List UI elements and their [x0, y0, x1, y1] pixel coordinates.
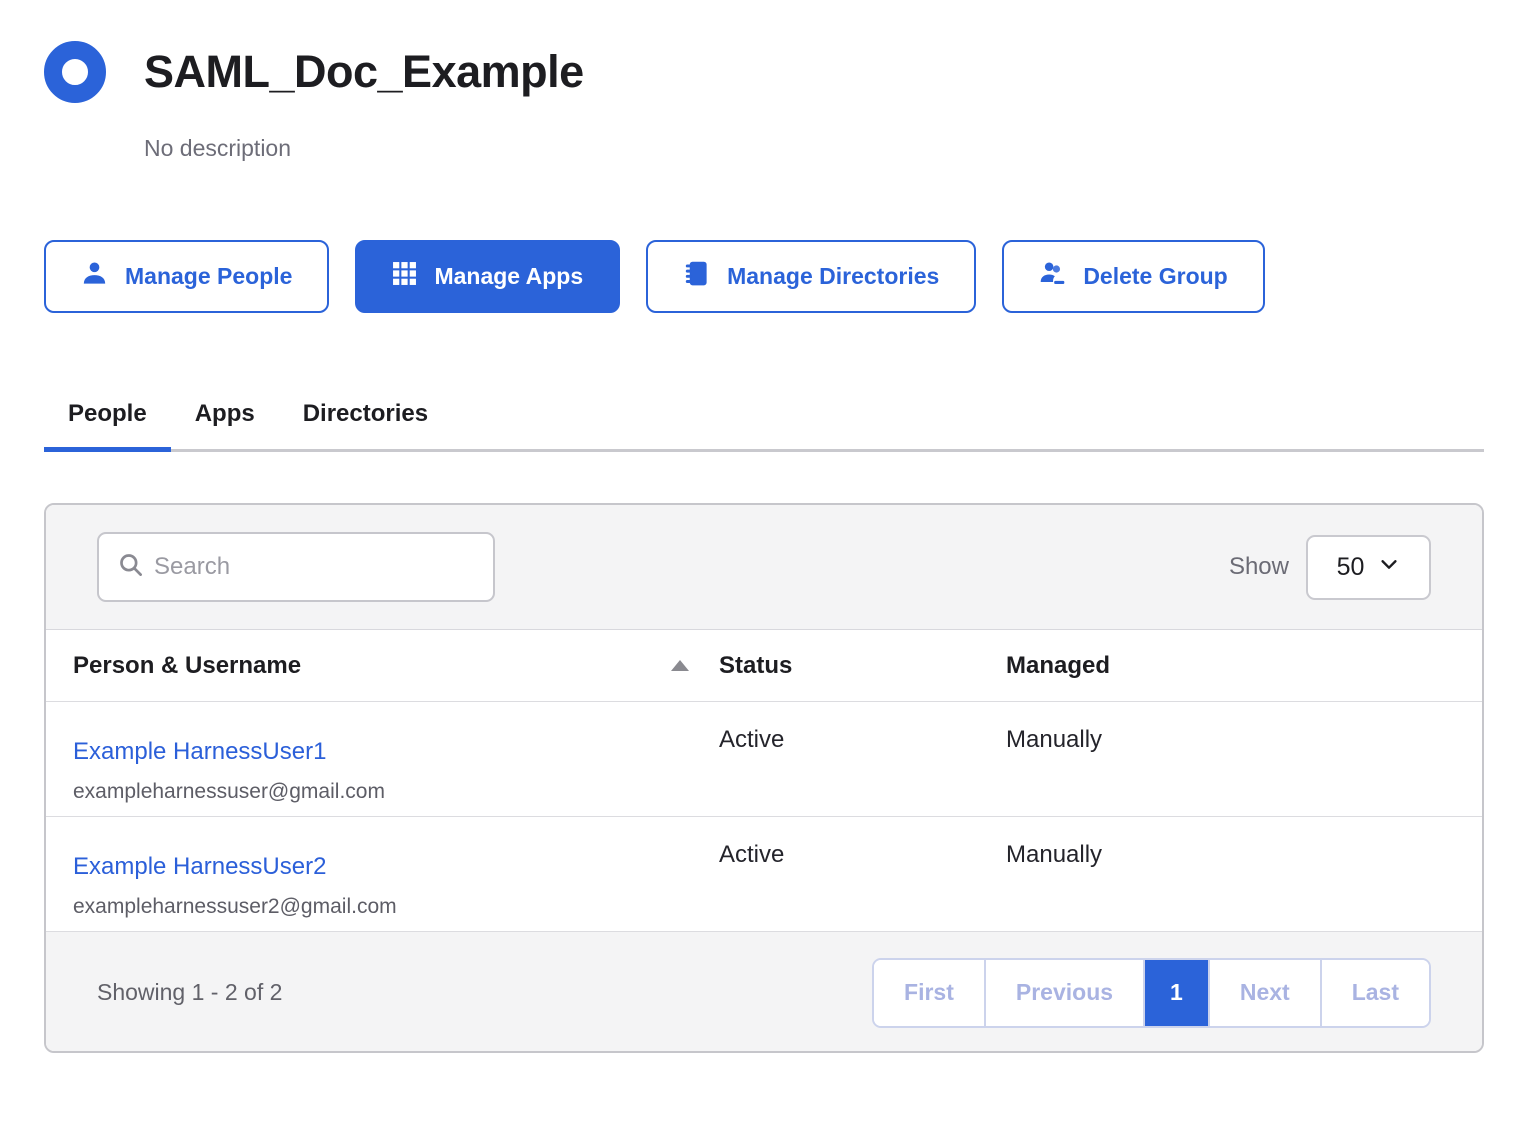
column-header-person-label: Person & Username — [73, 652, 301, 680]
person-cell: Example HarnessUser2 exampleharnessuser2… — [73, 817, 719, 931]
person-name-link[interactable]: Example HarnessUser1 — [73, 738, 385, 766]
column-header-status[interactable]: Status — [719, 652, 1006, 680]
table-header-row: Person & Username Status Managed — [46, 630, 1482, 702]
status-value: Active — [719, 702, 1006, 816]
person-cell: Example HarnessUser1 exampleharnessuser@… — [73, 702, 719, 816]
group-ring-icon — [44, 41, 106, 103]
search-input[interactable] — [154, 553, 475, 581]
group-header: SAML_Doc_Example No description — [44, 41, 1520, 161]
managed-value: Manually — [1006, 702, 1482, 816]
page-size-value: 50 — [1337, 553, 1365, 582]
tab-apps[interactable]: Apps — [171, 380, 279, 449]
delete-group-label: Delete Group — [1083, 263, 1227, 290]
directory-book-icon — [683, 260, 710, 293]
chevron-down-icon — [1378, 553, 1400, 582]
page-size-select[interactable]: 50 — [1306, 535, 1431, 600]
delete-group-button[interactable]: Delete Group — [1002, 240, 1264, 313]
action-button-row: Manage People Manage Apps Manage Directo… — [44, 240, 1520, 313]
group-description: No description — [144, 135, 584, 161]
showing-count-text: Showing 1 - 2 of 2 — [97, 979, 282, 1006]
person-username: exampleharnessuser@gmail.com — [73, 780, 385, 804]
sort-ascending-icon — [671, 660, 689, 671]
managed-value: Manually — [1006, 817, 1482, 931]
column-header-person[interactable]: Person & Username — [73, 652, 719, 680]
manage-people-button[interactable]: Manage People — [44, 240, 329, 313]
table-row: Example HarnessUser1 exampleharnessuser@… — [46, 702, 1482, 817]
search-box[interactable] — [97, 532, 495, 602]
pagination-previous-button[interactable]: Previous — [984, 960, 1143, 1026]
status-value: Active — [719, 817, 1006, 931]
person-username: exampleharnessuser2@gmail.com — [73, 895, 397, 919]
manage-apps-button[interactable]: Manage Apps — [355, 240, 620, 313]
manage-directories-button[interactable]: Manage Directories — [646, 240, 976, 313]
pagination: First Previous 1 Next Last — [872, 958, 1431, 1028]
tab-people[interactable]: People — [44, 380, 171, 449]
pagination-next-button[interactable]: Next — [1208, 960, 1320, 1026]
people-table-panel: Show 50 Person & Username Status Managed… — [44, 503, 1484, 1053]
group-detail-page: SAML_Doc_Example No description Manage P… — [0, 0, 1520, 1121]
manage-directories-label: Manage Directories — [727, 263, 939, 290]
table-footer: Showing 1 - 2 of 2 First Previous 1 Next… — [46, 932, 1482, 1053]
column-header-managed[interactable]: Managed — [1006, 652, 1482, 680]
title-block: SAML_Doc_Example No description — [144, 41, 584, 161]
tab-bar: People Apps Directories — [44, 380, 1484, 452]
pagination-last-button[interactable]: Last — [1320, 960, 1429, 1026]
show-label: Show — [1229, 553, 1289, 581]
search-icon — [117, 551, 144, 583]
person-icon — [81, 260, 108, 293]
tab-directories[interactable]: Directories — [279, 380, 452, 449]
pagination-page-1-button[interactable]: 1 — [1143, 960, 1208, 1026]
pagination-first-button[interactable]: First — [874, 960, 984, 1026]
grid-icon — [392, 261, 417, 292]
manage-people-label: Manage People — [125, 263, 292, 290]
person-name-link[interactable]: Example HarnessUser2 — [73, 853, 397, 881]
table-row: Example HarnessUser2 exampleharnessuser2… — [46, 817, 1482, 932]
remove-person-icon — [1039, 260, 1066, 293]
table-toolbar: Show 50 — [46, 505, 1482, 630]
manage-apps-label: Manage Apps — [434, 263, 583, 290]
page-title: SAML_Doc_Example — [144, 41, 584, 103]
